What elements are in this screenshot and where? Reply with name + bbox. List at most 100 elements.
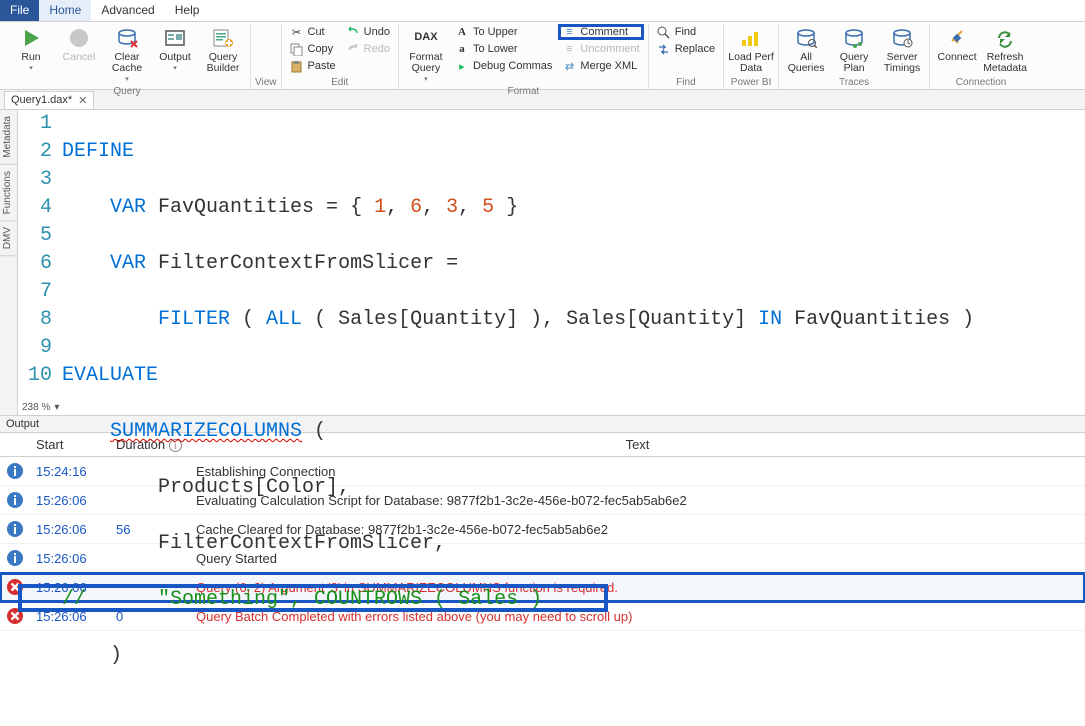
merge-icon: ⇄ xyxy=(562,59,576,73)
copy-icon xyxy=(290,42,304,56)
find-icon xyxy=(657,25,671,39)
connect-button[interactable]: Connect xyxy=(934,24,980,65)
debug-label: Debug Commas xyxy=(473,60,552,72)
connect-label: Connect xyxy=(938,52,977,63)
upper-label: To Upper xyxy=(473,26,518,38)
ribbon-group-edit: ✂Cut Copy Paste Undo Redo Edit xyxy=(282,24,399,89)
replace-icon xyxy=(657,42,671,56)
code-text: } xyxy=(494,196,518,219)
sidetab-metadata[interactable]: Metadata xyxy=(0,110,17,165)
replace-button[interactable]: Replace xyxy=(653,41,719,57)
code-text: ( Sales[Quantity] ), Sales[Quantity] xyxy=(302,308,758,331)
paste-button[interactable]: Paste xyxy=(286,58,340,74)
document-tab-label: Query1.dax* xyxy=(11,94,72,106)
line-number: 7 xyxy=(18,278,52,306)
output-icon xyxy=(163,26,187,50)
line-number: 10 xyxy=(18,362,52,390)
ribbon-group-query: Run▾ Cancel Clear Cache▾ Output▾ Query B… xyxy=(4,24,251,89)
query-plan-button[interactable]: Query Plan xyxy=(831,24,877,76)
all-queries-icon xyxy=(794,26,818,50)
merge-label: Merge XML xyxy=(580,60,637,72)
cut-label: Cut xyxy=(308,26,325,38)
code-text: , xyxy=(386,196,410,219)
load-perf-button[interactable]: Load Perf Data xyxy=(728,24,774,76)
menu-advanced[interactable]: Advanced xyxy=(91,0,164,21)
cut-icon: ✂ xyxy=(290,25,304,39)
code-text xyxy=(62,420,110,443)
paste-label: Paste xyxy=(308,60,336,72)
group-label-connection: Connection xyxy=(934,76,1028,89)
ribbon-group-powerbi: Load Perf Data Power BI xyxy=(724,24,779,89)
comment-icon: ≡ xyxy=(562,25,576,39)
code-body[interactable]: DEFINE VAR FavQuantities = { 1, 6, 3, 5 … xyxy=(62,110,1085,726)
refresh-label: Refresh Metadata xyxy=(983,52,1027,74)
menu-file[interactable]: File xyxy=(0,0,39,21)
code-editor[interactable]: 1 2 3 4 5 6 7 8 9 10 DEFINE VAR FavQuant… xyxy=(18,110,1085,400)
format-query-button[interactable]: DAX Format Query▾ xyxy=(403,24,449,85)
debug-commas-button[interactable]: ▸Debug Commas xyxy=(451,58,556,74)
col-icon[interactable] xyxy=(0,433,30,457)
ribbon: Run▾ Cancel Clear Cache▾ Output▾ Query B… xyxy=(0,22,1085,90)
server-timings-icon xyxy=(890,26,914,50)
connect-icon xyxy=(945,26,969,50)
error-icon xyxy=(0,573,30,602)
group-label-traces: Traces xyxy=(783,76,925,89)
run-label: Run xyxy=(21,52,40,63)
copy-button[interactable]: Copy xyxy=(286,41,340,57)
find-button[interactable]: Find xyxy=(653,24,719,40)
code-text: FavQuantities = { xyxy=(146,196,374,219)
code-text xyxy=(62,308,158,331)
query-plan-icon xyxy=(842,26,866,50)
cut-button[interactable]: ✂ Cut xyxy=(286,24,340,40)
close-icon[interactable]: ✕ xyxy=(78,94,87,107)
run-button[interactable]: Run▾ xyxy=(8,24,54,74)
menu-help[interactable]: Help xyxy=(165,0,210,21)
ribbon-group-find: Find Replace Find xyxy=(649,24,724,89)
info-icon xyxy=(0,515,30,544)
output-button[interactable]: Output▾ xyxy=(152,24,198,74)
dax-icon: DAX xyxy=(414,26,438,50)
redo-icon xyxy=(346,42,360,56)
to-upper-button[interactable]: A To Upper xyxy=(451,24,556,40)
format-query-label: Format Query xyxy=(409,52,442,74)
clear-cache-button[interactable]: Clear Cache▾ xyxy=(104,24,150,85)
query-plan-label: Query Plan xyxy=(840,52,869,74)
uncomment-label: Uncomment xyxy=(580,43,639,55)
undo-button[interactable]: Undo xyxy=(342,24,394,40)
sidetab-functions[interactable]: Functions xyxy=(0,165,17,221)
document-tab[interactable]: Query1.dax* ✕ xyxy=(4,91,94,109)
code-text: Products[Color], xyxy=(62,476,350,499)
code-text: ( xyxy=(230,308,266,331)
zoom-value: 238 % xyxy=(22,402,50,413)
all-queries-button[interactable]: All Queries xyxy=(783,24,829,76)
refresh-metadata-button[interactable]: Refresh Metadata xyxy=(982,24,1028,76)
merge-xml-button[interactable]: ⇄ Merge XML xyxy=(558,58,643,74)
code-text: , xyxy=(458,196,482,219)
cancel-button: Cancel xyxy=(56,24,102,65)
query-builder-label: Query Builder xyxy=(207,52,240,74)
work-area: Metadata Functions DMV 1 2 3 4 5 6 7 8 9… xyxy=(0,110,1085,415)
comment-button[interactable]: ≡Comment xyxy=(558,24,643,40)
ribbon-group-traces: All Queries Query Plan Server Timings Tr… xyxy=(779,24,930,89)
line-number: 2 xyxy=(18,138,52,166)
lower-label: To Lower xyxy=(473,43,518,55)
clear-cache-label: Clear Cache xyxy=(112,52,142,74)
undo-icon xyxy=(346,25,360,39)
uncomment-button: ≡Uncomment xyxy=(558,41,643,57)
menu-home[interactable]: Home xyxy=(39,0,91,21)
editor-pane: 1 2 3 4 5 6 7 8 9 10 DEFINE VAR FavQuant… xyxy=(18,110,1085,415)
server-timings-button[interactable]: Server Timings xyxy=(879,24,925,76)
load-perf-icon xyxy=(739,26,763,50)
side-tab-strip: Metadata Functions DMV xyxy=(0,110,18,415)
to-lower-button[interactable]: aTo Lower xyxy=(451,41,556,57)
line-number: 9 xyxy=(18,334,52,362)
query-builder-button[interactable]: Query Builder xyxy=(200,24,246,76)
code-text: FilterContextFromSlicer, xyxy=(62,532,446,555)
sidetab-dmv[interactable]: DMV xyxy=(0,221,17,256)
play-icon xyxy=(19,26,43,50)
upper-icon: A xyxy=(455,25,469,39)
line-number: 8 xyxy=(18,306,52,334)
info-icon xyxy=(0,486,30,515)
code-text: FilterContextFromSlicer = xyxy=(146,252,458,275)
chevron-down-icon: ▾ xyxy=(54,402,59,413)
